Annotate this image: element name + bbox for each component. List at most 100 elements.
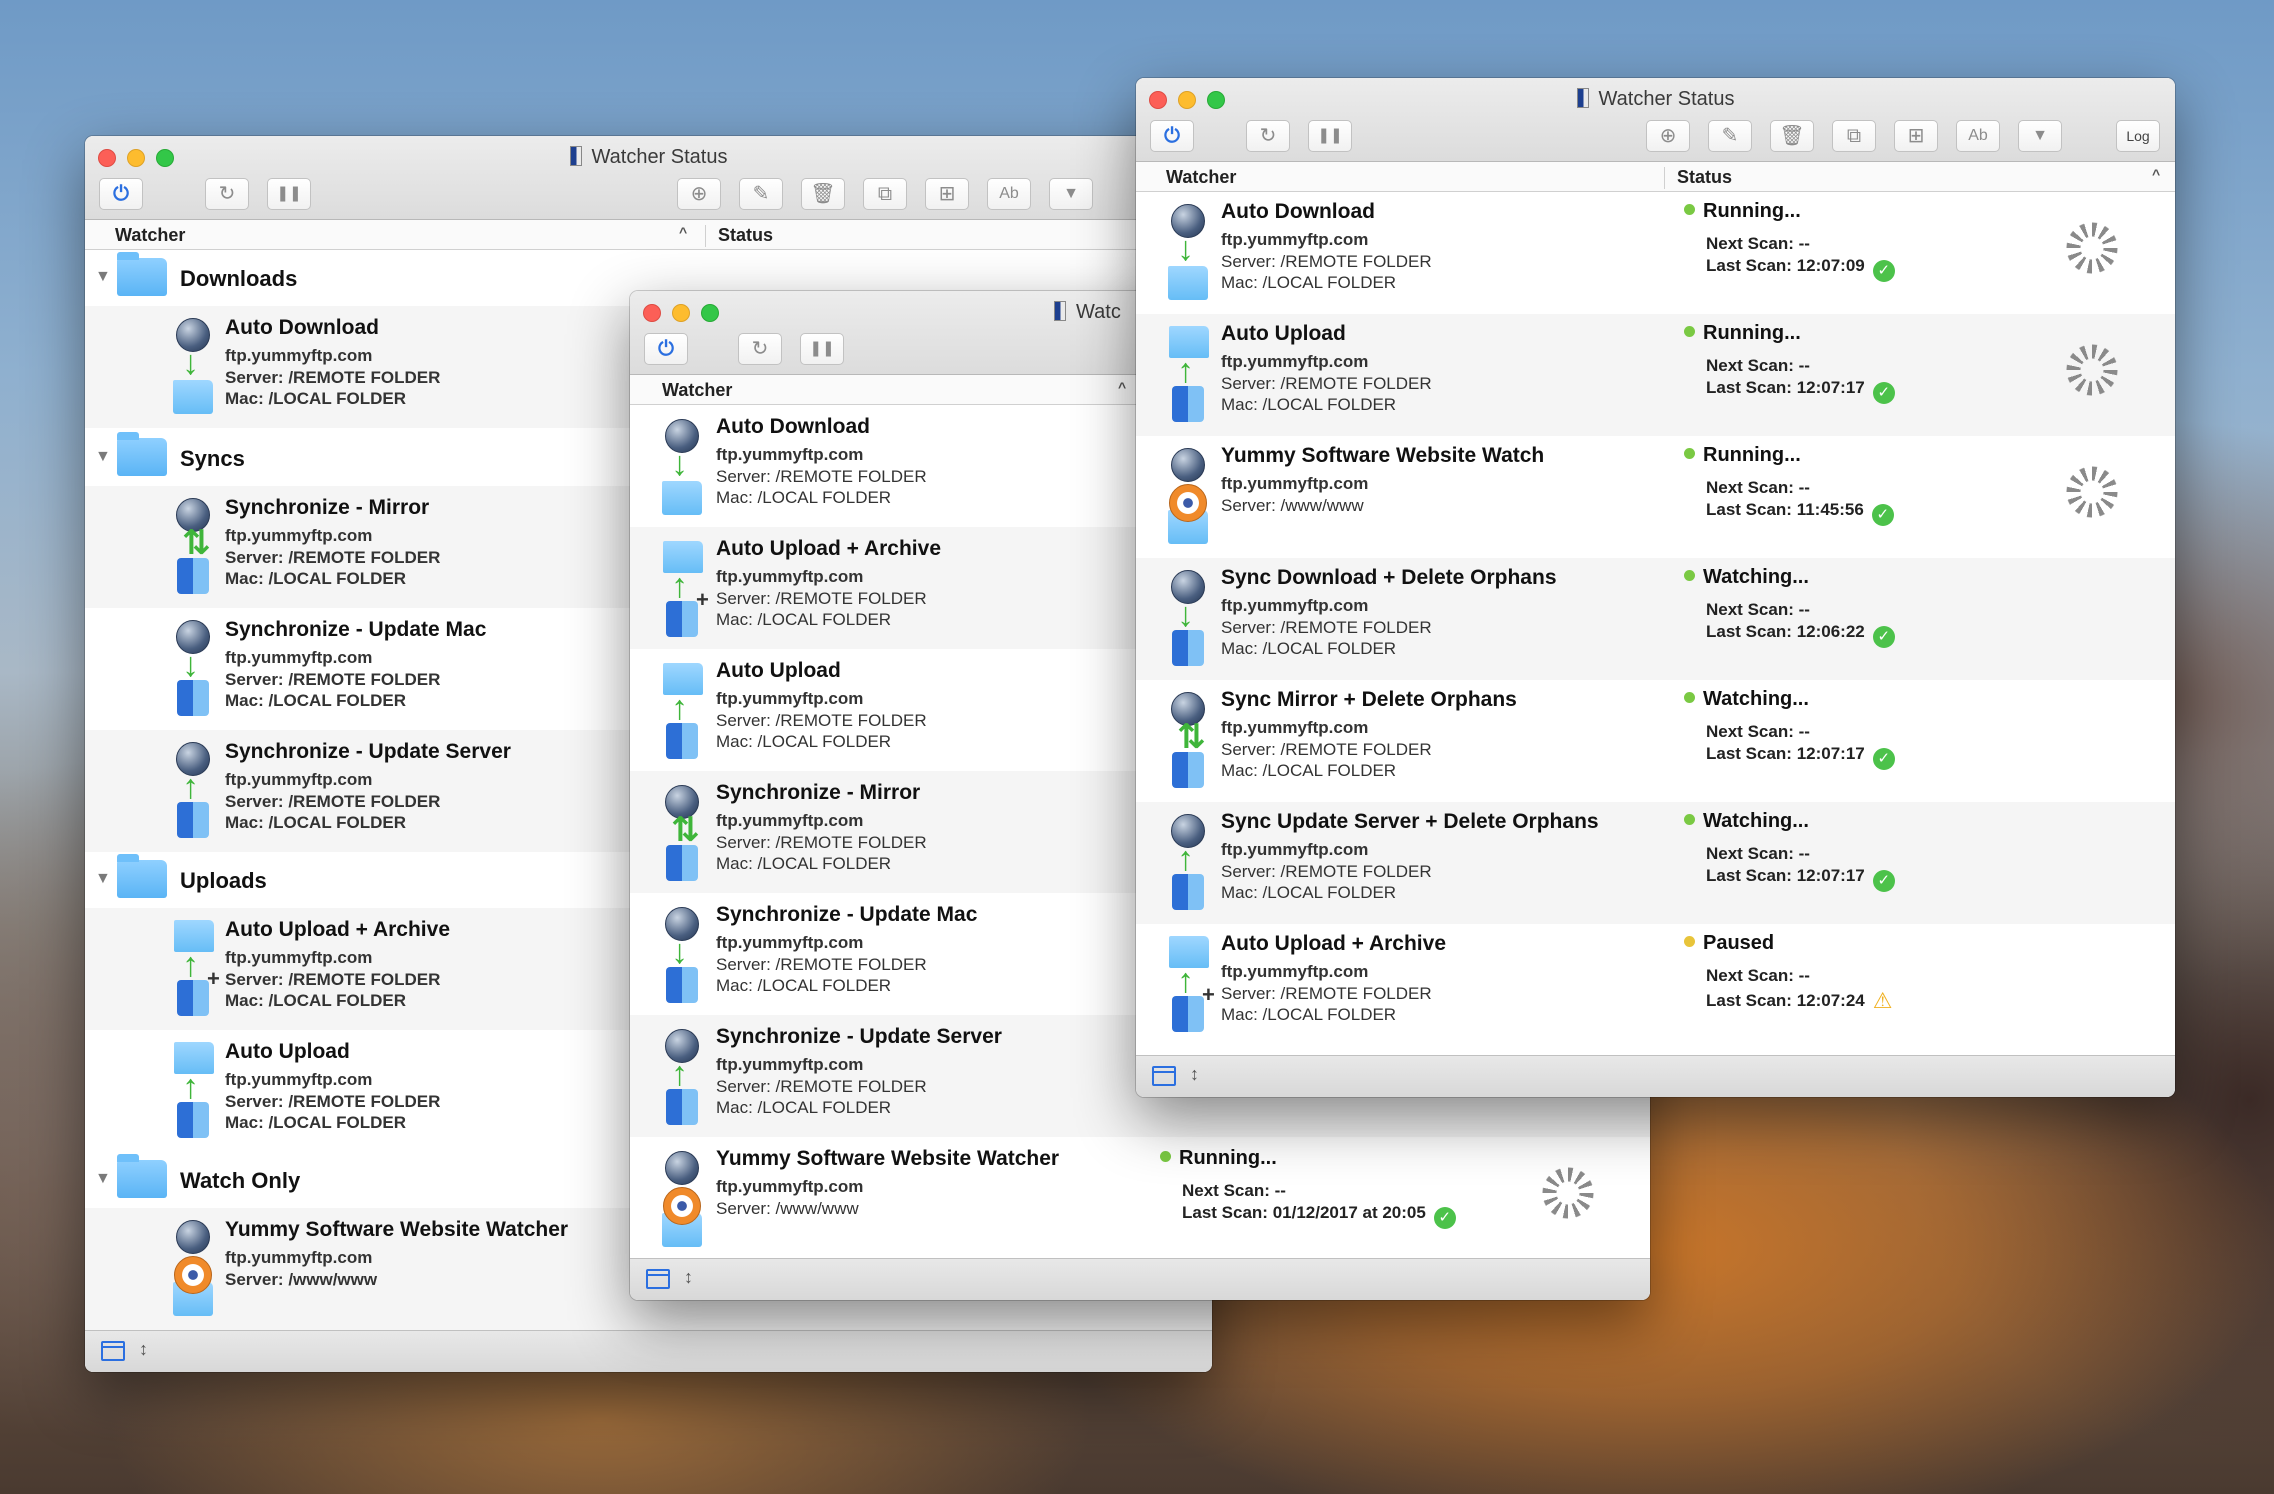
column-watcher[interactable]: Watcher xyxy=(662,380,732,401)
next-scan: Next Scan: -- xyxy=(1706,722,1810,741)
watcher-row[interactable]: ↑ + Auto Upload + Archive ftp.yummyftp.co… xyxy=(1136,924,2175,1046)
sync-watcher-icon: ↑ xyxy=(171,742,215,838)
watcher-mac-path: Mac: /LOCAL FOLDER xyxy=(1221,395,1397,414)
disclosure-triangle-icon[interactable]: ▼ xyxy=(95,268,111,286)
last-scan-text: Last Scan: 12:07:17 xyxy=(1706,378,1865,397)
close-button[interactable] xyxy=(643,304,661,322)
rename-button[interactable]: Ab xyxy=(987,178,1031,210)
delete-button[interactable]: 🗑 xyxy=(801,178,845,210)
column-status[interactable]: Status xyxy=(1664,167,1732,189)
watcher-name: Auto Download xyxy=(225,316,379,339)
watcher-mac-path: Mac: /LOCAL FOLDER xyxy=(1221,1005,1397,1024)
watcher-server-path: Server: /REMOTE FOLDER xyxy=(1221,984,1432,1003)
minimize-button[interactable] xyxy=(672,304,690,322)
warning-icon: ⚠ xyxy=(1872,988,1893,1013)
bottom-bar: ↕ xyxy=(1136,1055,2175,1097)
new-group-button[interactable]: ⊞ xyxy=(1894,120,1938,152)
watcher-server-path: Server: /REMOTE FOLDER xyxy=(716,589,927,608)
delete-button[interactable]: 🗑 xyxy=(1770,120,1814,152)
watcher-host: ftp.yummyftp.com xyxy=(225,770,373,789)
duplicate-button[interactable]: ⧉ xyxy=(863,178,907,210)
watcher-row[interactable]: Yummy Software Website Watcher ftp.yummy… xyxy=(630,1137,1650,1258)
watcher-mac-path: Mac: /LOCAL FOLDER xyxy=(716,610,892,629)
watcher-mac-path: Mac: /LOCAL FOLDER xyxy=(1221,883,1397,902)
power-button[interactable]: ⏻ xyxy=(99,178,143,210)
edit-button[interactable]: ✎ xyxy=(739,178,783,210)
watcher-row[interactable]: ↑ Sync Update Server + Delete Orphans ft… xyxy=(1136,802,2175,924)
filter-button[interactable]: ▼ xyxy=(2018,120,2062,152)
watcher-host: ftp.yummyftp.com xyxy=(716,811,864,830)
sort-icon[interactable]: ↕ xyxy=(1190,1064,1199,1085)
column-watcher[interactable]: Watcher xyxy=(1166,167,1236,188)
status-text: Watching... xyxy=(1703,566,1809,588)
new-watcher-button[interactable]: ⊕ xyxy=(1646,120,1690,152)
column-watcher[interactable]: Watcher xyxy=(115,225,185,246)
sidebar-toggle-icon[interactable] xyxy=(101,1341,125,1361)
last-scan: Last Scan: 12:07:17 ✓ xyxy=(1706,744,1895,770)
sort-icon[interactable]: ↕ xyxy=(139,1339,148,1360)
sort-ascending-icon[interactable]: ^ xyxy=(1118,379,1126,395)
rename-button[interactable]: Ab xyxy=(1956,120,2000,152)
watcher-server-path: Server: /REMOTE FOLDER xyxy=(1221,374,1432,393)
window-title-text: Watcher Status xyxy=(1598,88,1735,110)
window-title: Watcher Status xyxy=(1136,86,2175,112)
duplicate-button[interactable]: ⧉ xyxy=(1832,120,1876,152)
window-toolbar: Watcher Status ⏻ ↻ ❚❚ ⊕ ✎ 🗑 ⧉ ⊞ Ab ▼ Log xyxy=(1136,78,2175,162)
last-scan: Last Scan: 11:45:56 ✓ xyxy=(1706,500,1894,526)
disclosure-triangle-icon[interactable]: ▼ xyxy=(95,1170,111,1188)
window-title: Watcher Status xyxy=(85,144,1212,170)
window-toolbar: Watcher Status ⏻ ↻ ❚❚ ⊕ ✎ 🗑 ⧉ ⊞ Ab ▼ xyxy=(85,136,1212,220)
watcher-server-path: Server: /REMOTE FOLDER xyxy=(1221,862,1432,881)
status-dot xyxy=(1684,448,1695,459)
refresh-button[interactable]: ↻ xyxy=(205,178,249,210)
sort-ascending-icon[interactable]: ^ xyxy=(679,224,687,240)
sidebar-toggle-icon[interactable] xyxy=(1152,1066,1176,1086)
watcher-mac-path: Mac: /LOCAL FOLDER xyxy=(716,488,892,507)
pause-button[interactable]: ❚❚ xyxy=(267,178,311,210)
website-watcher-icon xyxy=(660,1151,704,1247)
watcher-row[interactable]: ↓ Auto Download ftp.yummyftp.com Server:… xyxy=(1136,192,2175,314)
column-status[interactable]: Status xyxy=(705,225,773,247)
refresh-button[interactable]: ↻ xyxy=(1246,120,1290,152)
watcher-name: Auto Upload + Archive xyxy=(1221,932,1447,955)
new-watcher-button[interactable]: ⊕ xyxy=(677,178,721,210)
disclosure-triangle-icon[interactable]: ▼ xyxy=(95,870,111,888)
watcher-name: Yummy Software Website Watch xyxy=(1221,444,1545,467)
watcher-row[interactable]: ↑ Auto Upload ftp.yummyftp.com Server: /… xyxy=(1136,314,2175,436)
watcher-host: ftp.yummyftp.com xyxy=(1221,474,1369,493)
watcher-row[interactable]: Yummy Software Website Watch ftp.yummyft… xyxy=(1136,436,2175,558)
refresh-button[interactable]: ↻ xyxy=(738,333,782,365)
next-scan: Next Scan: -- xyxy=(1706,234,1810,253)
pause-button[interactable]: ❚❚ xyxy=(1308,120,1352,152)
log-button[interactable]: Log xyxy=(2116,120,2160,152)
sync-mirror-watcher-icon: ⇅ xyxy=(1166,692,1210,788)
edit-button[interactable]: ✎ xyxy=(1708,120,1752,152)
sidebar-toggle-icon[interactable] xyxy=(646,1269,670,1289)
disclosure-triangle-icon[interactable]: ▼ xyxy=(95,448,111,466)
sync-download-watcher-icon: ↓ xyxy=(1166,570,1210,666)
sync-watcher-icon: ⇅ xyxy=(171,498,215,594)
watcher-server-path: Server: /REMOTE FOLDER xyxy=(225,792,441,811)
zoom-button[interactable] xyxy=(701,304,719,322)
watcher-host: ftp.yummyftp.com xyxy=(716,1055,864,1074)
power-button[interactable]: ⏻ xyxy=(1150,120,1194,152)
website-watcher-icon xyxy=(1166,448,1210,544)
new-group-button[interactable]: ⊞ xyxy=(925,178,969,210)
watcher-host: ftp.yummyftp.com xyxy=(716,933,864,952)
sort-ascending-icon[interactable]: ^ xyxy=(2152,166,2160,182)
power-button[interactable]: ⏻ xyxy=(644,333,688,365)
pause-button[interactable]: ❚❚ xyxy=(800,333,844,365)
watcher-row[interactable]: ↓ Sync Download + Delete Orphans ftp.yum… xyxy=(1136,558,2175,680)
next-scan: Next Scan: -- xyxy=(1706,966,1810,985)
watcher-host: ftp.yummyftp.com xyxy=(1221,230,1369,249)
next-scan: Next Scan: -- xyxy=(1706,356,1810,375)
watcher-row[interactable]: ⇅ Sync Mirror + Delete Orphans ftp.yummy… xyxy=(1136,680,2175,802)
sort-icon[interactable]: ↕ xyxy=(684,1267,693,1288)
watcher-name: Yummy Software Website Watcher xyxy=(716,1147,1060,1170)
watcher-server-path: Server: /REMOTE FOLDER xyxy=(716,711,927,730)
status-dot xyxy=(1684,814,1695,825)
sync-watcher-icon: ↓ xyxy=(660,907,704,1003)
filter-button[interactable]: ▼ xyxy=(1049,178,1093,210)
activity-spinner-icon xyxy=(2066,344,2118,396)
watcher-name: Yummy Software Website Watcher xyxy=(225,1218,569,1241)
